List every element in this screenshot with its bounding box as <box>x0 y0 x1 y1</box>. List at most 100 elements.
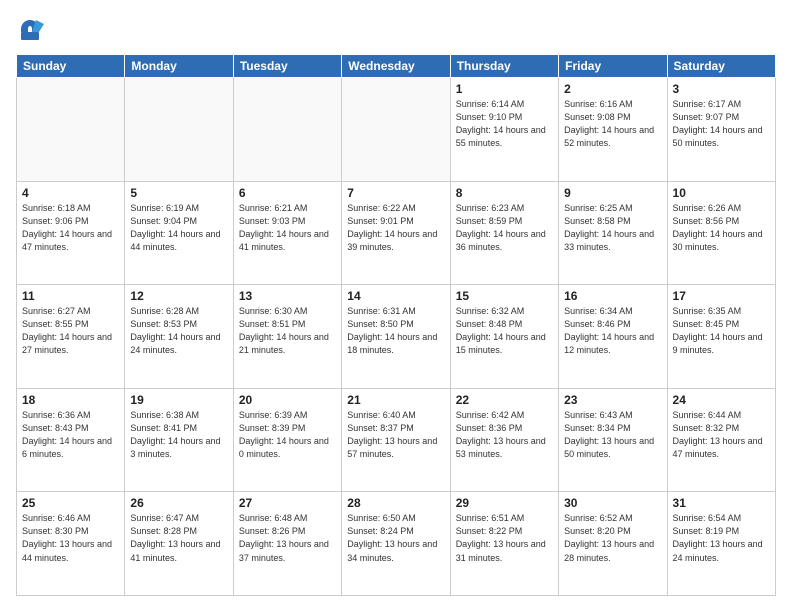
calendar-week-row: 11 Sunrise: 6:27 AMSunset: 8:55 PMDayligh… <box>17 285 776 389</box>
calendar-cell: 30 Sunrise: 6:52 AMSunset: 8:20 PMDayligh… <box>559 492 667 596</box>
day-number: 12 <box>130 289 227 303</box>
day-number: 19 <box>130 393 227 407</box>
day-info: Sunrise: 6:23 AMSunset: 8:59 PMDaylight:… <box>456 202 553 254</box>
calendar-cell: 16 Sunrise: 6:34 AMSunset: 8:46 PMDayligh… <box>559 285 667 389</box>
calendar: SundayMondayTuesdayWednesdayThursdayFrid… <box>16 54 776 596</box>
calendar-header: SundayMondayTuesdayWednesdayThursdayFrid… <box>17 55 776 78</box>
calendar-cell: 21 Sunrise: 6:40 AMSunset: 8:37 PMDayligh… <box>342 388 450 492</box>
weekday-header: Sunday <box>17 55 125 78</box>
day-number: 13 <box>239 289 336 303</box>
day-number: 7 <box>347 186 444 200</box>
calendar-cell: 13 Sunrise: 6:30 AMSunset: 8:51 PMDayligh… <box>233 285 341 389</box>
day-number: 16 <box>564 289 661 303</box>
calendar-cell: 14 Sunrise: 6:31 AMSunset: 8:50 PMDayligh… <box>342 285 450 389</box>
calendar-cell: 8 Sunrise: 6:23 AMSunset: 8:59 PMDaylight… <box>450 181 558 285</box>
calendar-cell: 29Sunrise: 6:51 AMSunset: 8:22 PMDayligh… <box>450 492 558 596</box>
day-info: Sunrise: 6:35 AMSunset: 8:45 PMDaylight:… <box>673 305 770 357</box>
day-info: Sunrise: 6:27 AMSunset: 8:55 PMDaylight:… <box>22 305 119 357</box>
day-number: 2 <box>564 82 661 96</box>
header <box>16 16 776 44</box>
calendar-cell: 7 Sunrise: 6:22 AMSunset: 9:01 PMDaylight… <box>342 181 450 285</box>
day-number: 20 <box>239 393 336 407</box>
day-info: Sunrise: 6:54 AMSunset: 8:19 PMDaylight:… <box>673 512 770 564</box>
day-number: 15 <box>456 289 553 303</box>
day-info: Sunrise: 6:21 AMSunset: 9:03 PMDaylight:… <box>239 202 336 254</box>
day-number: 11 <box>22 289 119 303</box>
weekday-header: Saturday <box>667 55 775 78</box>
day-info: Sunrise: 6:43 AMSunset: 8:34 PMDaylight:… <box>564 409 661 461</box>
calendar-cell <box>342 78 450 182</box>
day-info: Sunrise: 6:18 AMSunset: 9:06 PMDaylight:… <box>22 202 119 254</box>
calendar-cell: 10Sunrise: 6:26 AMSunset: 8:56 PMDayligh… <box>667 181 775 285</box>
day-number: 23 <box>564 393 661 407</box>
calendar-cell: 1Sunrise: 6:14 AMSunset: 9:10 PMDaylight… <box>450 78 558 182</box>
day-info: Sunrise: 6:19 AMSunset: 9:04 PMDaylight:… <box>130 202 227 254</box>
calendar-cell <box>17 78 125 182</box>
calendar-cell: 24 Sunrise: 6:44 AMSunset: 8:32 PMDayligh… <box>667 388 775 492</box>
day-info: Sunrise: 6:28 AMSunset: 8:53 PMDaylight:… <box>130 305 227 357</box>
calendar-cell: 20 Sunrise: 6:39 AMSunset: 8:39 PMDayligh… <box>233 388 341 492</box>
day-info: Sunrise: 6:44 AMSunset: 8:32 PMDaylight:… <box>673 409 770 461</box>
day-info: Sunrise: 6:31 AMSunset: 8:50 PMDaylight:… <box>347 305 444 357</box>
day-info: Sunrise: 6:14 AMSunset: 9:10 PMDaylight:… <box>456 98 553 150</box>
calendar-cell: 31 Sunrise: 6:54 AMSunset: 8:19 PMDayligh… <box>667 492 775 596</box>
day-number: 14 <box>347 289 444 303</box>
calendar-cell: 12 Sunrise: 6:28 AMSunset: 8:53 PMDayligh… <box>125 285 233 389</box>
page: SundayMondayTuesdayWednesdayThursdayFrid… <box>0 0 792 612</box>
day-info: Sunrise: 6:34 AMSunset: 8:46 PMDaylight:… <box>564 305 661 357</box>
day-number: 26 <box>130 496 227 510</box>
day-number: 17 <box>673 289 770 303</box>
day-info: Sunrise: 6:32 AMSunset: 8:48 PMDaylight:… <box>456 305 553 357</box>
calendar-cell: 18 Sunrise: 6:36 AMSunset: 8:43 PMDayligh… <box>17 388 125 492</box>
day-number: 10 <box>673 186 770 200</box>
day-info: Sunrise: 6:17 AMSunset: 9:07 PMDaylight:… <box>673 98 770 150</box>
day-number: 9 <box>564 186 661 200</box>
calendar-week-row: 25Sunrise: 6:46 AMSunset: 8:30 PMDayligh… <box>17 492 776 596</box>
calendar-cell <box>125 78 233 182</box>
day-number: 4 <box>22 186 119 200</box>
weekday-header: Friday <box>559 55 667 78</box>
day-number: 27 <box>239 496 336 510</box>
day-info: Sunrise: 6:30 AMSunset: 8:51 PMDaylight:… <box>239 305 336 357</box>
weekday-header: Thursday <box>450 55 558 78</box>
day-info: Sunrise: 6:52 AMSunset: 8:20 PMDaylight:… <box>564 512 661 564</box>
calendar-week-row: 4 Sunrise: 6:18 AMSunset: 9:06 PMDaylight… <box>17 181 776 285</box>
day-number: 18 <box>22 393 119 407</box>
calendar-week-row: 18 Sunrise: 6:36 AMSunset: 8:43 PMDayligh… <box>17 388 776 492</box>
calendar-cell: 25Sunrise: 6:46 AMSunset: 8:30 PMDayligh… <box>17 492 125 596</box>
day-number: 31 <box>673 496 770 510</box>
calendar-cell: 9Sunrise: 6:25 AMSunset: 8:58 PMDaylight… <box>559 181 667 285</box>
calendar-cell: 19 Sunrise: 6:38 AMSunset: 8:41 PMDayligh… <box>125 388 233 492</box>
day-number: 24 <box>673 393 770 407</box>
day-number: 6 <box>239 186 336 200</box>
day-number: 8 <box>456 186 553 200</box>
calendar-cell: 27Sunrise: 6:48 AMSunset: 8:26 PMDayligh… <box>233 492 341 596</box>
day-number: 28 <box>347 496 444 510</box>
calendar-week-row: 1Sunrise: 6:14 AMSunset: 9:10 PMDaylight… <box>17 78 776 182</box>
day-info: Sunrise: 6:39 AMSunset: 8:39 PMDaylight:… <box>239 409 336 461</box>
day-info: Sunrise: 6:47 AMSunset: 8:28 PMDaylight:… <box>130 512 227 564</box>
calendar-body: 1Sunrise: 6:14 AMSunset: 9:10 PMDaylight… <box>17 78 776 596</box>
day-info: Sunrise: 6:51 AMSunset: 8:22 PMDaylight:… <box>456 512 553 564</box>
day-info: Sunrise: 6:36 AMSunset: 8:43 PMDaylight:… <box>22 409 119 461</box>
weekday-header: Monday <box>125 55 233 78</box>
day-info: Sunrise: 6:38 AMSunset: 8:41 PMDaylight:… <box>130 409 227 461</box>
day-number: 21 <box>347 393 444 407</box>
calendar-cell: 4 Sunrise: 6:18 AMSunset: 9:06 PMDaylight… <box>17 181 125 285</box>
calendar-cell: 26 Sunrise: 6:47 AMSunset: 8:28 PMDayligh… <box>125 492 233 596</box>
day-info: Sunrise: 6:22 AMSunset: 9:01 PMDaylight:… <box>347 202 444 254</box>
day-number: 22 <box>456 393 553 407</box>
weekday-row: SundayMondayTuesdayWednesdayThursdayFrid… <box>17 55 776 78</box>
day-info: Sunrise: 6:40 AMSunset: 8:37 PMDaylight:… <box>347 409 444 461</box>
calendar-cell: 11 Sunrise: 6:27 AMSunset: 8:55 PMDayligh… <box>17 285 125 389</box>
calendar-cell: 15 Sunrise: 6:32 AMSunset: 8:48 PMDayligh… <box>450 285 558 389</box>
calendar-cell <box>233 78 341 182</box>
calendar-cell: 23 Sunrise: 6:43 AMSunset: 8:34 PMDayligh… <box>559 388 667 492</box>
day-info: Sunrise: 6:16 AMSunset: 9:08 PMDaylight:… <box>564 98 661 150</box>
weekday-header: Wednesday <box>342 55 450 78</box>
calendar-cell: 3Sunrise: 6:17 AMSunset: 9:07 PMDaylight… <box>667 78 775 182</box>
day-info: Sunrise: 6:42 AMSunset: 8:36 PMDaylight:… <box>456 409 553 461</box>
logo <box>16 16 46 44</box>
calendar-cell: 2 Sunrise: 6:16 AMSunset: 9:08 PMDaylight… <box>559 78 667 182</box>
day-number: 30 <box>564 496 661 510</box>
